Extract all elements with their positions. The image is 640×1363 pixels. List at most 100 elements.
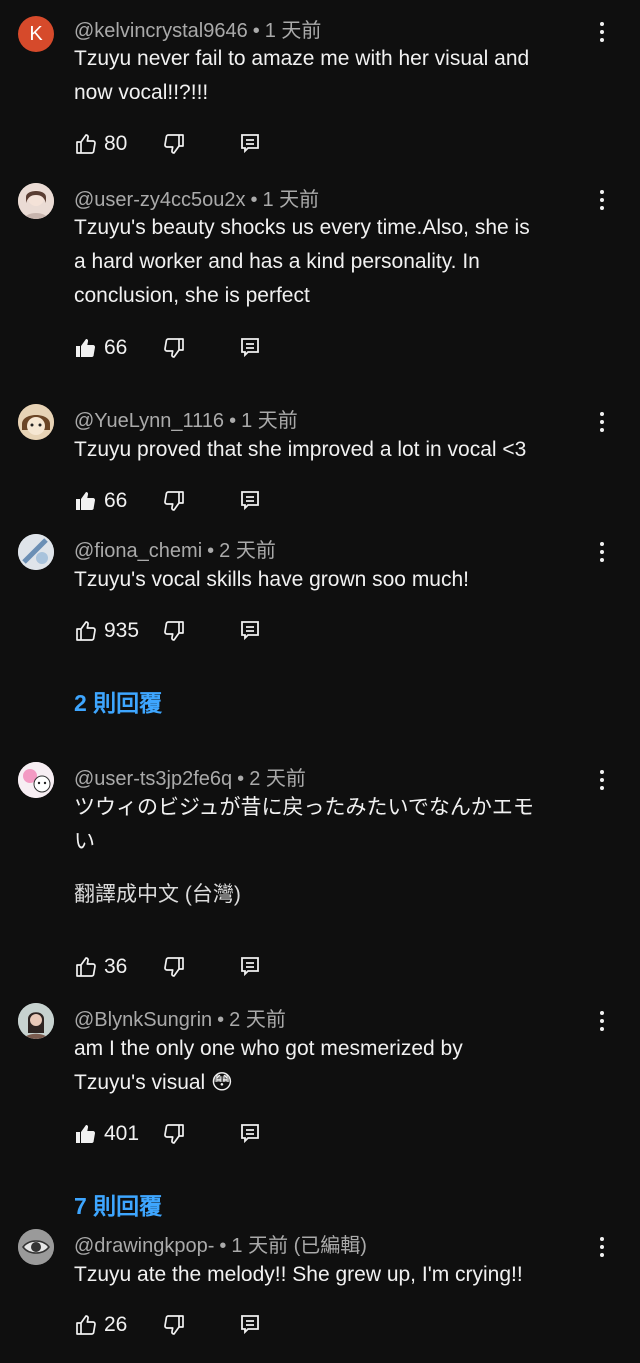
timestamp: 1 天前 — [262, 189, 320, 211]
more-options-icon[interactable] — [592, 766, 612, 794]
avatar[interactable] — [18, 534, 54, 570]
more-options-icon[interactable] — [592, 1007, 612, 1035]
timestamp: 2 天前 — [249, 768, 306, 790]
comment-meta: @user-ts3jp2fe6q • 2 天前 — [74, 768, 306, 790]
thumbs-down-icon — [164, 1315, 184, 1335]
avatar[interactable] — [18, 404, 54, 440]
timestamp: 2 天前 — [219, 540, 276, 562]
comment-text: Tzuyu proved that she improved a lot in … — [74, 433, 594, 467]
comment-text: ツウィのビジュが昔に戻ったみたいでなんかエモ い — [74, 791, 594, 859]
reply-icon — [241, 957, 259, 977]
username[interactable]: @kelvincrystal9646 — [74, 20, 248, 42]
thumbs-down-icon — [164, 134, 184, 154]
translate-link[interactable]: 翻譯成中文 (台灣) — [74, 878, 241, 908]
comment-actions: 935 — [74, 616, 274, 646]
like-button[interactable]: 80 — [74, 129, 127, 159]
comment-text: Tzuyu's vocal skills have grown soo much… — [74, 563, 594, 597]
avatar-image — [18, 183, 54, 219]
avatar[interactable] — [18, 1003, 54, 1039]
comment-line: Tzuyu's visual 😳 — [74, 1071, 233, 1094]
comment-line: Tzuyu never fail to amaze me with her vi… — [74, 47, 530, 70]
thumbs-down-icon — [164, 957, 184, 977]
like-button[interactable]: 66 — [74, 486, 127, 516]
like-button[interactable]: 66 — [74, 333, 127, 363]
like-count: 80 — [104, 132, 128, 155]
reply-button[interactable] — [240, 486, 260, 516]
thumbs-up-icon — [76, 1315, 96, 1335]
username[interactable]: @BlynkSungrin — [74, 1009, 212, 1031]
like-count: 36 — [104, 955, 128, 978]
comment-meta: @fiona_chemi • 2 天前 — [74, 540, 276, 562]
comment-actions: 66 — [74, 333, 274, 363]
comment-line: い — [74, 830, 95, 853]
dislike-button[interactable] — [162, 333, 186, 363]
dislike-button[interactable] — [162, 486, 186, 516]
reply-icon — [241, 338, 259, 358]
thumbs-down-icon — [164, 1124, 184, 1144]
view-replies-link[interactable]: 2 則回覆 — [74, 684, 162, 718]
timestamp: 1 天前 — [241, 410, 298, 432]
comment-line: ツウィのビジュが昔に戻ったみたいでなんかエモ — [74, 796, 534, 819]
like-count: 26 — [104, 1313, 128, 1336]
thumbs-up-filled-icon — [76, 339, 96, 358]
avatar-image — [18, 1003, 54, 1039]
username[interactable]: @fiona_chemi — [74, 540, 202, 562]
like-button[interactable]: 401 — [74, 1119, 139, 1149]
comment-meta: @BlynkSungrin • 2 天前 — [74, 1009, 286, 1031]
more-options-icon[interactable] — [592, 18, 612, 46]
dislike-button[interactable] — [162, 129, 186, 159]
dislike-button[interactable] — [162, 1119, 186, 1149]
reply-icon — [241, 134, 259, 154]
avatar-image — [18, 762, 54, 798]
thumbs-up-icon — [76, 957, 96, 977]
reply-button[interactable] — [240, 616, 260, 646]
view-replies-link[interactable]: 7 則回覆 — [74, 1187, 162, 1221]
reply-button[interactable] — [240, 333, 260, 363]
reply-button[interactable] — [240, 1310, 260, 1340]
avatar[interactable] — [18, 1229, 54, 1265]
avatar[interactable] — [18, 183, 54, 219]
thumbs-down-icon — [164, 621, 184, 641]
avatar[interactable]: K — [18, 16, 54, 52]
more-options-icon[interactable] — [592, 408, 612, 436]
reply-icon — [241, 1124, 259, 1144]
avatar[interactable] — [18, 762, 54, 798]
avatar-image — [18, 534, 54, 570]
like-button[interactable]: 26 — [74, 1310, 127, 1340]
more-options-icon[interactable] — [592, 538, 612, 566]
comment-actions: 401 — [74, 1119, 274, 1149]
dislike-button[interactable] — [162, 616, 186, 646]
timestamp: 2 天前 — [229, 1009, 286, 1031]
username[interactable]: @YueLynn_1116 — [74, 410, 224, 432]
like-button[interactable]: 935 — [74, 616, 139, 646]
like-button[interactable]: 36 — [74, 952, 127, 982]
username[interactable]: @drawingkpop- — [74, 1235, 214, 1257]
comment-line: Tzuyu's beauty shocks us every time.Also… — [74, 216, 530, 239]
comment-meta: @YueLynn_1116 • 1 天前 — [74, 410, 298, 432]
thumbs-up-icon — [76, 621, 96, 641]
username[interactable]: @user-zy4cc5ou2x — [74, 189, 245, 211]
reply-button[interactable] — [240, 129, 260, 159]
more-options-icon[interactable] — [592, 186, 612, 214]
reply-icon — [241, 1315, 259, 1335]
dislike-button[interactable] — [162, 952, 186, 982]
timestamp: 1 天前 — [264, 20, 322, 42]
comment-line: now vocal!!?!!! — [74, 81, 209, 104]
comment-line: Tzuyu proved that she improved a lot in … — [74, 438, 527, 461]
comment-line: am I the only one who got mesmerized by — [74, 1037, 463, 1060]
comment-line: conclusion, she is perfect — [74, 284, 310, 307]
comment-actions: 80 — [74, 129, 274, 159]
reply-icon — [241, 491, 259, 511]
like-count: 66 — [104, 336, 128, 359]
thumbs-down-icon — [164, 338, 184, 358]
dislike-button[interactable] — [162, 1310, 186, 1340]
comment-line: a hard worker and has a kind personality… — [74, 250, 480, 273]
like-count: 401 — [104, 1122, 140, 1145]
more-options-icon[interactable] — [592, 1233, 612, 1261]
thumbs-down-icon — [164, 491, 184, 511]
reply-button[interactable] — [240, 1119, 260, 1149]
reply-button[interactable] — [240, 952, 260, 982]
avatar-image — [18, 404, 54, 440]
comment-text: Tzuyu's beauty shocks us every time.Also… — [74, 211, 594, 313]
username[interactable]: @user-ts3jp2fe6q — [74, 768, 232, 790]
